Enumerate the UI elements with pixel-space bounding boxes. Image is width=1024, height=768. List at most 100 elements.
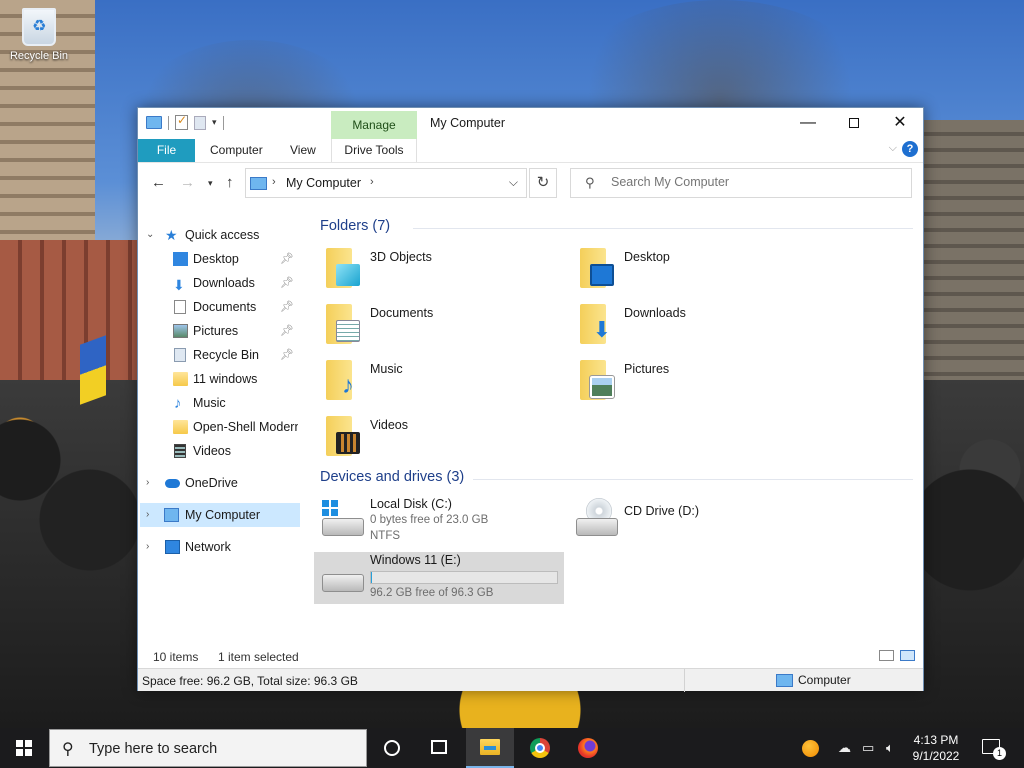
up-button[interactable]: ↑ [226,174,234,191]
tab-computer[interactable]: Computer [210,139,263,162]
new-folder-icon[interactable] [194,115,206,130]
sidebar-item-music[interactable]: ♪ Music [138,391,298,415]
folder-tile-videos[interactable]: Videos [308,414,558,466]
minimize-button[interactable]: — [785,108,831,138]
expand-chevron-icon[interactable]: › [146,503,149,527]
sidebar-item-open-shell-modern[interactable]: Open-Shell Modern [138,415,298,439]
navigation-pane: ⌄ ★ Quick access Desktop 📌︎ ⬇ Downloads … [138,220,300,650]
pin-icon[interactable]: 📌︎ [280,343,294,367]
volume-icon[interactable]: 🔈︎ [886,740,894,756]
breadcrumb-chevron-icon[interactable]: › [370,176,374,188]
address-bar[interactable]: › My Computer › ⌵ [245,168,527,198]
chrome-icon [530,738,550,758]
forward-button[interactable]: → [180,174,195,191]
large-icons-view-icon[interactable] [900,650,915,661]
recent-locations-chevron-icon[interactable]: ▾ [208,178,213,189]
navigation-bar: ← → ▾ ↑ › My Computer › ⌵ ↻ ⚲ [138,164,923,202]
music-icon: ♪ [174,395,182,412]
taskbar: ⚲ Type here to search ☁ ▭ 🔈︎ 4:13 PM 9/1… [0,728,1024,768]
clock-time: 4:13 PM [913,733,959,747]
folder-tile-documents[interactable]: Documents [308,302,558,354]
folder-icon [173,420,188,434]
sidebar-item-desktop[interactable]: Desktop 📌︎ [138,247,298,271]
taskbar-search-box[interactable]: ⚲ Type here to search [49,729,367,767]
folder-label: Desktop [624,250,670,264]
collapse-chevron-icon[interactable]: ⌄ [146,223,154,247]
pin-icon[interactable]: 📌︎ [280,271,294,295]
back-button[interactable]: ← [151,174,166,191]
sidebar-item-recycle-bin[interactable]: Recycle Bin 📌︎ [138,343,298,367]
close-button[interactable]: ✕ [877,108,923,138]
music-folder-icon: ♪ [326,360,360,402]
pin-icon[interactable]: 📌︎ [280,295,294,319]
taskbar-chrome[interactable] [516,728,564,768]
folder-tile-desktop[interactable]: Desktop [562,246,812,298]
system-clock[interactable]: 4:13 PM 9/1/2022 [905,732,967,764]
firefox-icon [578,738,598,758]
folder-tile-downloads[interactable]: ⬇ Downloads [562,302,812,354]
drive-free-space: 96.2 GB free of 96.3 GB [370,587,494,599]
sidebar-item-label: Documents [193,300,257,314]
folder-tile-pictures[interactable]: Pictures [562,358,812,410]
customize-toolbar-dropdown-icon[interactable]: ▾ [212,117,217,128]
pin-icon[interactable]: 📌︎ [280,247,294,271]
breadcrumb-my-computer[interactable]: My Computer [286,176,361,190]
toolbar-separator [222,115,224,130]
star-icon: ★ [165,227,178,243]
tab-view[interactable]: View [290,139,316,162]
sidebar-item-downloads[interactable]: ⬇ Downloads 📌︎ [138,271,298,295]
sidebar-item-documents[interactable]: Documents 📌︎ [138,295,298,319]
location-label: Computer [798,673,851,687]
tab-file[interactable]: File [138,139,195,162]
recycle-bin-icon [22,8,56,46]
drive-free-space: 0 bytes free of 23.0 GB [370,514,489,526]
taskbar-firefox[interactable] [564,728,612,768]
documents-folder-icon [326,304,360,346]
group-header-folders[interactable]: Folders (7) [320,218,390,234]
sidebar-item-label: Open-Shell Modern [193,420,298,434]
documents-icon [174,300,186,314]
sidebar-item-11-windows[interactable]: 11 windows [138,367,298,391]
expand-ribbon-chevron-icon[interactable]: ⌵ [889,142,897,155]
task-view-button[interactable] [415,728,463,768]
search-input[interactable] [611,175,901,189]
title-bar[interactable]: ▾ Manage My Computer — ✕ [138,108,923,140]
sidebar-item-my-computer[interactable]: › My Computer [140,503,300,527]
network-tray-icon[interactable]: ▭ [862,740,874,756]
computer-icon [146,116,162,129]
cortana-button[interactable] [367,728,415,768]
desktop-recycle-bin[interactable]: Recycle Bin [6,8,72,62]
details-view-icon[interactable] [879,650,894,661]
drive-tile-local-disk-c[interactable]: Local Disk (C:) 0 bytes free of 23.0 GB … [314,496,564,548]
sidebar-item-videos[interactable]: Videos [138,439,298,463]
sidebar-item-network[interactable]: › Network [138,535,298,559]
toolbar-separator [168,115,169,130]
selection-count: 1 item selected [218,650,299,664]
tray-app-icon[interactable] [802,740,819,757]
start-button[interactable] [0,728,48,768]
drive-tile-windows-11-e[interactable]: Windows 11 (E:) 96.2 GB free of 96.3 GB [314,552,564,604]
help-icon[interactable]: ? [902,141,918,157]
expand-chevron-icon[interactable]: › [146,535,149,559]
taskbar-file-explorer[interactable] [466,728,514,768]
properties-icon[interactable] [175,113,188,130]
search-box[interactable]: ⚲ [570,168,912,198]
folder-label: 3D Objects [370,250,432,264]
sidebar-item-pictures[interactable]: Pictures 📌︎ [138,319,298,343]
sidebar-item-onedrive[interactable]: › OneDrive [138,471,298,495]
pin-icon[interactable]: 📌︎ [280,319,294,343]
videos-folder-icon [326,416,360,458]
group-header-devices-and-drives[interactable]: Devices and drives (3) [320,469,464,485]
breadcrumb-chevron-icon[interactable]: › [272,176,276,188]
tab-drive-tools[interactable]: Drive Tools [331,139,417,162]
cloud-offline-icon[interactable]: ☁ [838,740,851,756]
folder-tile-music[interactable]: ♪ Music [308,358,558,410]
expand-chevron-icon[interactable]: › [146,471,149,495]
sidebar-item-quick-access[interactable]: ⌄ ★ Quick access [138,223,298,247]
maximize-button[interactable] [831,108,877,138]
folder-tile-3d-objects[interactable]: 3D Objects [308,246,558,298]
drive-tile-cd-drive-d[interactable]: CD Drive (D:) [568,496,818,548]
address-dropdown-chevron-icon[interactable]: ⌵ [509,175,518,190]
notifications-icon[interactable]: 1 [982,739,1006,760]
refresh-button[interactable]: ↻ [529,168,557,198]
